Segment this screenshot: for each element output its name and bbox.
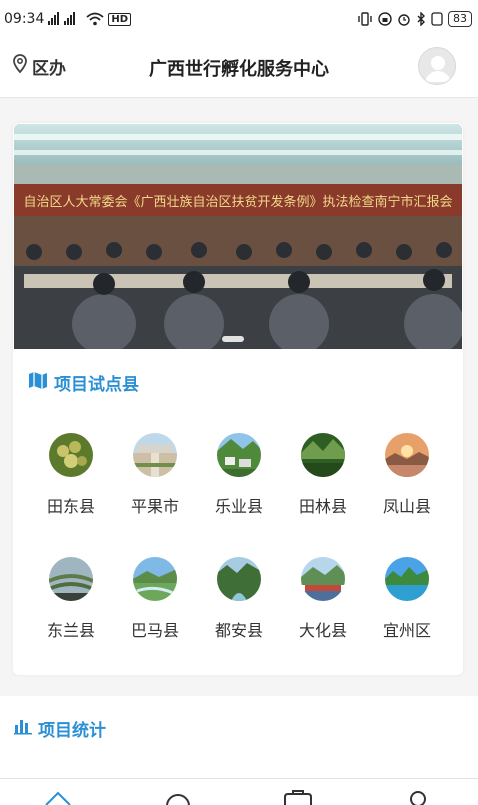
county-name: 田东县	[46, 497, 95, 516]
status-bar: 09:34 HD 83	[0, 0, 478, 38]
pilot-counties-heading: 项目试点县	[28, 370, 139, 395]
signal-icon	[48, 12, 82, 26]
county-item[interactable]: 巴马县	[115, 557, 195, 641]
statistics-title: 项目统计	[38, 721, 106, 741]
mountain-photo-icon	[301, 433, 345, 477]
county-item[interactable]: 田东县	[31, 433, 111, 517]
home-tab-icon[interactable]	[44, 789, 72, 805]
county-item[interactable]: 大化县	[283, 557, 363, 641]
pilot-counties-title: 项目试点县	[54, 375, 139, 395]
county-item[interactable]: 凤山县	[367, 433, 447, 517]
alarm-icon	[397, 12, 411, 26]
county-name: 大化县	[298, 621, 347, 640]
explore-tab-icon[interactable]	[164, 789, 192, 805]
statistics-heading: 项目统计	[14, 716, 106, 741]
bottom-tab-bar	[0, 778, 478, 805]
profile-tab-icon[interactable]	[406, 789, 430, 805]
wifi-icon	[86, 12, 104, 26]
map-icon	[28, 371, 48, 394]
battery-indicator: 83	[448, 11, 472, 27]
meeting-photo: 自治区人大常委会《广西壮族自治区扶贫开发条例》执法检查南宁市汇报会	[14, 124, 462, 349]
vibrate-icon	[357, 12, 373, 26]
county-item[interactable]: 田林县	[283, 433, 363, 517]
county-name: 平果市	[130, 497, 179, 516]
avatar[interactable]	[418, 47, 456, 85]
county-item[interactable]: 东兰县	[31, 557, 111, 641]
terrace-photo-icon	[49, 557, 93, 601]
banner-caption: 自治区人大常委会《广西壮族自治区扶贫开发条例》执法检查南宁市汇报会	[23, 194, 452, 210]
county-name: 巴马县	[130, 621, 179, 640]
banner-carousel[interactable]: 自治区人大常委会《广西壮族自治区扶贫开发条例》执法检查南宁市汇报会	[14, 124, 462, 349]
bluetooth-icon	[416, 12, 426, 26]
hd-icon: HD	[108, 12, 132, 26]
valley-photo-icon	[217, 557, 261, 601]
lake-photo-icon	[385, 557, 429, 601]
plaza-photo-icon	[133, 433, 177, 477]
briefcase-tab-icon[interactable]	[282, 789, 314, 805]
sunset-photo-icon	[385, 433, 429, 477]
county-item[interactable]: 平果市	[115, 433, 195, 517]
app-header: 区办 广西世行孵化服务中心	[0, 38, 478, 98]
village-photo-icon	[217, 433, 261, 477]
county-item[interactable]: 都安县	[199, 557, 279, 641]
bar-chart-icon	[14, 717, 32, 740]
county-name: 凤山县	[382, 497, 431, 516]
river-photo-icon	[133, 557, 177, 601]
town-photo-icon	[301, 557, 345, 601]
carousel-indicator	[222, 336, 244, 342]
county-name: 宜州区	[382, 621, 431, 640]
county-item[interactable]: 宜州区	[367, 557, 447, 641]
nfc-icon	[431, 12, 443, 26]
county-name: 田林县	[298, 497, 347, 516]
county-item[interactable]: 乐业县	[199, 433, 279, 517]
page-title: 广西世行孵化服务中心	[149, 59, 329, 80]
county-name: 东兰县	[46, 621, 95, 640]
county-name: 乐业县	[214, 497, 263, 516]
status-time: 09:34	[4, 11, 45, 27]
county-name: 都安县	[214, 621, 263, 640]
fruit-photo-icon	[49, 433, 93, 477]
lock-rotation-icon	[378, 12, 392, 26]
